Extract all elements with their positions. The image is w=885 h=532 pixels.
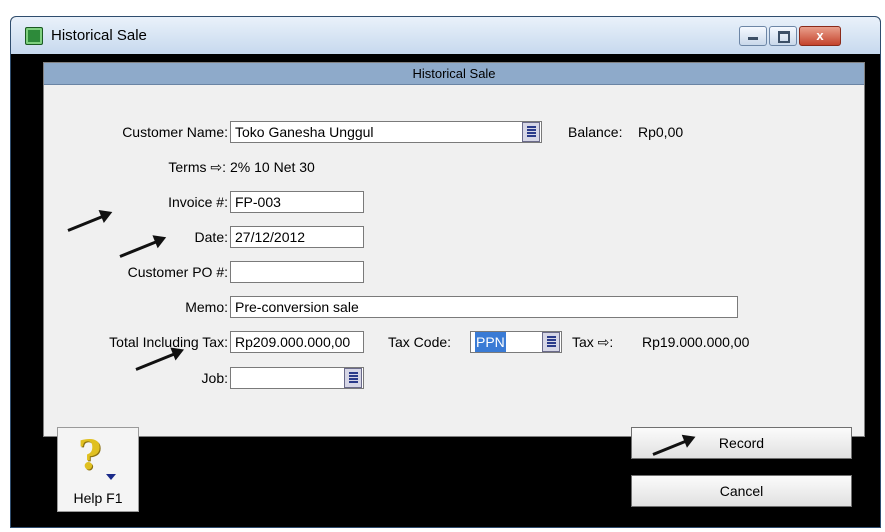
help-label: Help F1 <box>73 490 123 506</box>
total-field[interactable]: Rp209.000.000,00 <box>230 331 364 353</box>
window-border <box>863 54 880 527</box>
customer-name-label: Customer Name: <box>122 124 228 140</box>
title-bar[interactable]: Historical Sale x <box>11 17 880 54</box>
caret-down-icon <box>106 474 116 480</box>
customer-name-value: Toko Ganesha Unggul <box>235 124 374 140</box>
tax-code-value: PPN <box>475 332 506 352</box>
job-dropdown-icon[interactable] <box>344 368 362 388</box>
customer-dropdown-icon[interactable] <box>522 122 540 142</box>
tax-value: Rp19.000.000,00 <box>642 334 750 350</box>
tax-label[interactable]: Tax ⇨: <box>572 332 613 352</box>
cancel-button[interactable]: Cancel <box>631 475 852 507</box>
memo-label: Memo: <box>185 299 228 315</box>
date-field[interactable]: 27/12/2012 <box>230 226 364 248</box>
record-button[interactable]: Record <box>631 427 852 459</box>
total-label: Total Including Tax: <box>109 334 228 350</box>
tax-code-dropdown-icon[interactable] <box>542 332 560 352</box>
maximize-icon <box>778 31 790 43</box>
app-icon <box>25 27 43 45</box>
minimize-button[interactable] <box>739 26 767 46</box>
customer-po-field[interactable] <box>230 261 364 283</box>
customer-name-combo[interactable]: Toko Ganesha Unggul <box>230 121 542 143</box>
help-question-icon: ? <box>78 432 102 479</box>
help-button[interactable]: ? Help F1 <box>57 427 139 512</box>
minimize-icon <box>748 37 758 40</box>
maximize-button[interactable] <box>769 26 797 46</box>
invoice-field[interactable]: FP-003 <box>230 191 364 213</box>
terms-value: 2% 10 Net 30 <box>230 159 315 175</box>
tax-code-combo[interactable]: PPN <box>470 331 562 353</box>
balance-label: Balance: <box>568 124 623 140</box>
close-button[interactable]: x <box>799 26 841 46</box>
close-icon: x <box>816 28 824 43</box>
form-panel: Historical Sale Customer Name: Toko Gane… <box>43 62 865 437</box>
historical-sale-window: Historical Sale x Historical Sale Custom… <box>10 16 881 528</box>
invoice-label: Invoice #: <box>168 194 228 210</box>
panel-header: Historical Sale <box>44 63 864 85</box>
window-title: Historical Sale <box>51 27 147 44</box>
customer-po-label: Customer PO #: <box>127 264 228 280</box>
job-combo[interactable] <box>230 367 364 389</box>
tax-code-label: Tax Code: <box>388 334 452 350</box>
memo-field[interactable]: Pre-conversion sale <box>230 296 738 318</box>
terms-label[interactable]: Terms ⇨: <box>44 157 226 177</box>
balance-value: Rp0,00 <box>638 124 684 140</box>
